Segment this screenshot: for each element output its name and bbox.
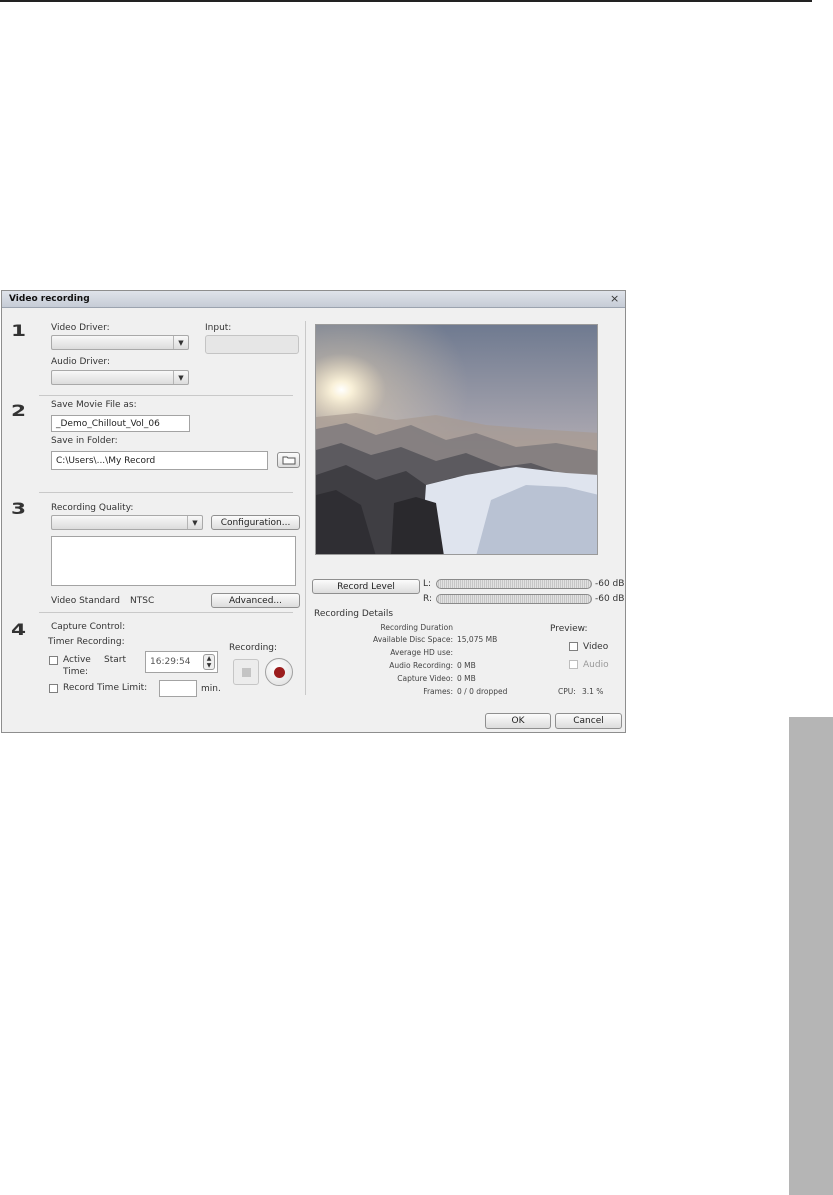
recording-quality-dropdown[interactable]: ▼ — [51, 515, 203, 530]
right-db-value: -60 dB — [595, 594, 625, 604]
preview-audio-checkbox[interactable] — [569, 660, 578, 669]
stop-button[interactable] — [233, 659, 259, 685]
folder-icon — [282, 456, 295, 465]
section-divider — [39, 395, 293, 396]
advanced-button[interactable]: Advanced... — [211, 593, 300, 608]
input-field[interactable] — [205, 335, 299, 354]
average-hd-use-label: Average HD use: — [390, 648, 453, 657]
recording-quality-label: Recording Quality: — [51, 503, 134, 513]
section-divider — [39, 492, 293, 493]
quality-description-box — [51, 536, 296, 586]
video-preview — [315, 324, 598, 555]
active-time-checkbox[interactable] — [49, 656, 58, 665]
cpu-value: 3.1 % — [582, 687, 604, 696]
video-standard-label: Video Standard — [51, 596, 121, 606]
chevron-down-icon: ▼ — [173, 336, 188, 349]
audio-recording-label: Audio Recording: — [389, 661, 453, 670]
video-driver-label: Video Driver: — [51, 323, 110, 333]
frames-label: Frames: — [423, 687, 453, 696]
configuration-button[interactable]: Configuration... — [211, 515, 300, 530]
video-driver-dropdown[interactable]: ▼ — [51, 335, 189, 350]
record-time-limit-label: Record Time Limit: — [63, 683, 148, 693]
active-label: Active — [63, 655, 91, 665]
save-folder-label: Save in Folder: — [51, 436, 118, 446]
left-level-meter — [436, 579, 592, 589]
record-button[interactable] — [265, 658, 293, 686]
step-number-2: 2 — [11, 401, 27, 420]
start-time-spinner[interactable]: ▲ ▼ — [203, 654, 215, 670]
min-label: min. — [201, 684, 221, 694]
time-label: Time: — [63, 667, 89, 677]
timer-recording-label: Timer Recording: — [48, 637, 125, 647]
start-label: Start — [104, 655, 126, 665]
save-movie-label: Save Movie File as: — [51, 400, 137, 410]
preview-video-checkbox[interactable] — [569, 642, 578, 651]
save-movie-input[interactable]: _Demo_Chillout_Vol_06 — [51, 415, 190, 432]
preview-audio-label: Audio — [583, 660, 609, 670]
recording-details-heading: Recording Details — [314, 609, 394, 619]
audio-driver-label: Audio Driver: — [51, 357, 111, 367]
record-time-limit-checkbox[interactable] — [49, 684, 58, 693]
save-folder-input[interactable]: C:\Users\...\My Record — [51, 451, 268, 470]
capture-control-label: Capture Control: — [51, 622, 126, 632]
step-number-1: 1 — [11, 321, 27, 340]
ok-button[interactable]: OK — [485, 713, 551, 729]
capture-video-value: 0 MB — [457, 674, 476, 683]
cancel-button[interactable]: Cancel — [555, 713, 622, 729]
preview-mountain-image — [316, 325, 597, 554]
left-channel-label: L: — [423, 579, 432, 589]
frames-value: 0 / 0 dropped — [457, 687, 508, 696]
time-limit-input[interactable] — [159, 680, 197, 697]
dialog-titlebar: Video recording × — [2, 291, 625, 308]
browse-folder-button[interactable] — [277, 452, 300, 468]
input-label: Input: — [205, 323, 232, 333]
close-icon[interactable]: × — [610, 292, 619, 305]
page-top-rule — [0, 0, 812, 2]
step-number-4: 4 — [11, 620, 27, 639]
right-channel-label: R: — [423, 594, 433, 604]
capture-video-label: Capture Video: — [397, 674, 453, 683]
cpu-label: CPU: — [558, 687, 576, 696]
stop-icon — [242, 668, 251, 677]
recording-duration-label: Recording Duration — [380, 623, 453, 632]
record-level-button[interactable]: Record Level — [312, 579, 420, 594]
dialog-title: Video recording — [9, 294, 90, 304]
right-level-meter — [436, 594, 592, 604]
chevron-down-icon: ▼ — [173, 371, 188, 384]
preview-heading: Preview: — [550, 624, 588, 634]
video-recording-dialog: Video recording × 1 Video Driver: ▼ Inpu… — [1, 290, 626, 733]
page-side-tab — [789, 717, 833, 1195]
available-disc-space-label: Available Disc Space: — [373, 635, 453, 644]
left-db-value: -60 dB — [595, 579, 625, 589]
video-standard-value: NTSC — [130, 596, 155, 606]
audio-driver-dropdown[interactable]: ▼ — [51, 370, 189, 385]
available-disc-space-value: 15,075 MB — [457, 635, 498, 644]
recording-label: Recording: — [229, 643, 278, 653]
record-icon — [274, 667, 285, 678]
panel-divider — [305, 321, 306, 695]
audio-recording-value: 0 MB — [457, 661, 476, 670]
preview-video-label: Video — [583, 642, 609, 652]
section-divider — [39, 612, 293, 613]
chevron-down-icon: ▼ — [187, 516, 202, 529]
step-number-3: 3 — [11, 499, 27, 518]
